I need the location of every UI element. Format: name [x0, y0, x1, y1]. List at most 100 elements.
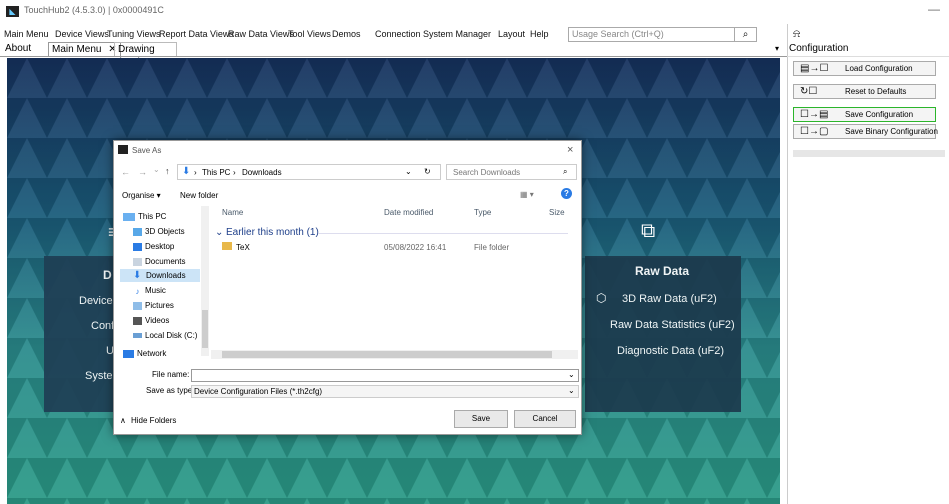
breadcrumb-this-pc[interactable]: This PC [202, 168, 230, 177]
tab-main-menu-label: Main Menu [52, 44, 102, 55]
configuration-header: Configuration [787, 42, 949, 57]
dialog-cancel-button[interactable]: Cancel [514, 410, 576, 428]
minimize-button[interactable]: — [928, 2, 940, 16]
nav-item-downloads[interactable]: ⬇ Downloads [120, 269, 200, 282]
chevron-down-icon[interactable]: ⌄ [405, 167, 412, 176]
hide-folders-button[interactable]: Hide Folders [131, 416, 176, 425]
tab-dropdown-icon[interactable]: ▾ [775, 44, 779, 53]
menu-layout[interactable]: Layout [498, 29, 525, 39]
organise-button[interactable]: Organise ▾ [122, 191, 161, 200]
up-arrow-icon[interactable]: ↑ [165, 166, 170, 176]
load-config-icon: ▤→☐ [800, 63, 829, 74]
reset-icon: ↻☐ [800, 86, 818, 97]
save-configuration-label: Save Configuration [845, 110, 914, 119]
nav-item-documents[interactable]: Documents [133, 257, 185, 266]
nav-label: Network [137, 349, 167, 358]
address-bar[interactable]: ⬇ › This PC › Downloads ⌄ ↻ [177, 164, 441, 180]
dialog-close-icon[interactable]: × [567, 144, 573, 156]
videos-icon [133, 316, 142, 325]
menu-device-views[interactable]: Device Views [55, 29, 109, 39]
usage-search-input[interactable]: Usage Search (Ctrl+Q) [568, 27, 735, 42]
device-panel-item[interactable]: Conf [91, 320, 114, 332]
save-type-value: Device Configuration Files (*.th2cfg) [194, 387, 323, 396]
folder-icon [222, 242, 232, 250]
save-binary-icon: ☐→▢ [800, 126, 829, 137]
save-type-select[interactable]: Device Configuration Files (*.th2cfg) ⌄ [191, 385, 579, 398]
device-panel-title: D [103, 268, 112, 282]
column-size[interactable]: Size [549, 208, 565, 217]
menu-tool-views[interactable]: Tool Views [288, 29, 331, 39]
search-downloads-input[interactable]: Search Downloads ⌕ [446, 164, 577, 180]
configuration-title: Configuration [789, 43, 849, 54]
music-icon: ♪ [135, 286, 140, 296]
chevron-down-icon[interactable]: ⌄ [153, 165, 160, 174]
menu-report-data-views[interactable]: Report Data Views [159, 29, 234, 39]
file-list-scrollbar-thumb[interactable] [222, 351, 552, 358]
column-name[interactable]: Name [222, 208, 243, 217]
tab-about[interactable]: About [2, 42, 34, 55]
save-binary-configuration-label: Save Binary Configuration [845, 127, 938, 136]
tab-main-menu[interactable]: Main Menu ✕ [48, 42, 121, 56]
nav-item-desktop[interactable]: Desktop [133, 242, 174, 251]
nav-item-local-disk[interactable]: Local Disk (C:) [133, 331, 197, 340]
column-date-modified[interactable]: Date modified [384, 208, 433, 217]
save-binary-configuration-button[interactable]: ☐→▢ Save Binary Configuration [793, 124, 938, 139]
hide-folders-chevron-icon[interactable]: ∧ [120, 416, 126, 425]
desktop-icon [133, 242, 142, 251]
file-name-input[interactable]: ⌄ [191, 369, 579, 382]
nav-label: Downloads [146, 271, 186, 280]
search-icon: ⌕ [563, 167, 568, 176]
nav-item-videos[interactable]: Videos [133, 316, 169, 325]
group-header[interactable]: Earlier this month (1) [226, 227, 319, 238]
menu-help[interactable]: Help [530, 29, 549, 39]
device-panel-item[interactable]: Device [79, 295, 113, 307]
raw-data-item-diagnostic[interactable]: Diagnostic Data (uF2) [617, 345, 724, 357]
help-icon[interactable]: ? [561, 188, 572, 199]
dialog-save-button[interactable]: Save [454, 410, 508, 428]
nav-label: Pictures [145, 301, 174, 310]
menu-main-menu[interactable]: Main Menu [4, 29, 49, 39]
nav-item-this-pc[interactable]: This PC [123, 212, 166, 221]
search-icon[interactable]: ⌕ [734, 27, 757, 42]
menu-raw-data-views[interactable]: Raw Data Views [228, 29, 294, 39]
downloads-icon: ⬇ [182, 166, 191, 177]
group-chevron-icon[interactable]: ⌄ [215, 227, 223, 238]
menu-tuning-views[interactable]: Tuning Views [107, 29, 161, 39]
group-divider [318, 233, 568, 234]
column-type[interactable]: Type [474, 208, 491, 217]
load-configuration-button[interactable]: ▤→☐ Load Configuration [793, 61, 936, 76]
new-folder-button[interactable]: New folder [180, 191, 218, 200]
menu-connection[interactable]: Connection [375, 29, 421, 39]
breadcrumb-downloads[interactable]: Downloads [242, 168, 282, 177]
reset-defaults-label: Reset to Defaults [845, 87, 907, 96]
raw-data-item-3d[interactable]: 3D Raw Data (uF2) [622, 293, 717, 305]
reset-defaults-button[interactable]: ↻☐ Reset to Defaults [793, 84, 936, 99]
view-options-icon[interactable]: ▦ ▾ [520, 190, 534, 199]
nav-item-music[interactable]: ♪ Music [133, 286, 166, 296]
file-row-type: File folder [474, 243, 510, 252]
menu-system-manager[interactable]: System Manager [423, 29, 491, 39]
breadcrumb-sep-icon: › [194, 168, 197, 177]
network-icon [123, 349, 134, 358]
nav-item-pictures[interactable]: Pictures [133, 301, 174, 310]
tab-drawing[interactable]: Drawing (u41) [114, 42, 177, 68]
file-row-name[interactable]: TeX [236, 243, 250, 252]
save-type-label: Save as type: [146, 386, 195, 395]
title-bar: ◣ TouchHub2 (4.5.3.0) | 0x0000491C — [0, 0, 949, 24]
computer-icon [123, 212, 135, 221]
downloads-icon: ⬇ [133, 270, 142, 281]
nav-label: Local Disk (C:) [145, 331, 198, 340]
chevron-down-icon[interactable]: ⌄ [568, 370, 575, 379]
save-configuration-button[interactable]: ☐→▤ Save Configuration [793, 107, 936, 122]
app-logo-icon [118, 145, 128, 154]
notification-icon[interactable]: ⍾ [793, 28, 800, 41]
forward-arrow-icon[interactable]: → [138, 167, 147, 177]
back-arrow-icon[interactable]: ← [121, 167, 130, 177]
menu-demos[interactable]: Demos [332, 29, 361, 39]
nav-item-network[interactable]: Network [123, 349, 166, 358]
nav-scrollbar-thumb[interactable] [202, 310, 208, 348]
raw-data-item-statistics[interactable]: Raw Data Statistics (uF2) [610, 319, 735, 331]
refresh-icon[interactable]: ↻ [424, 167, 431, 176]
save-config-icon: ☐→▤ [800, 109, 829, 120]
nav-item-3d-objects[interactable]: 3D Objects [133, 227, 185, 236]
